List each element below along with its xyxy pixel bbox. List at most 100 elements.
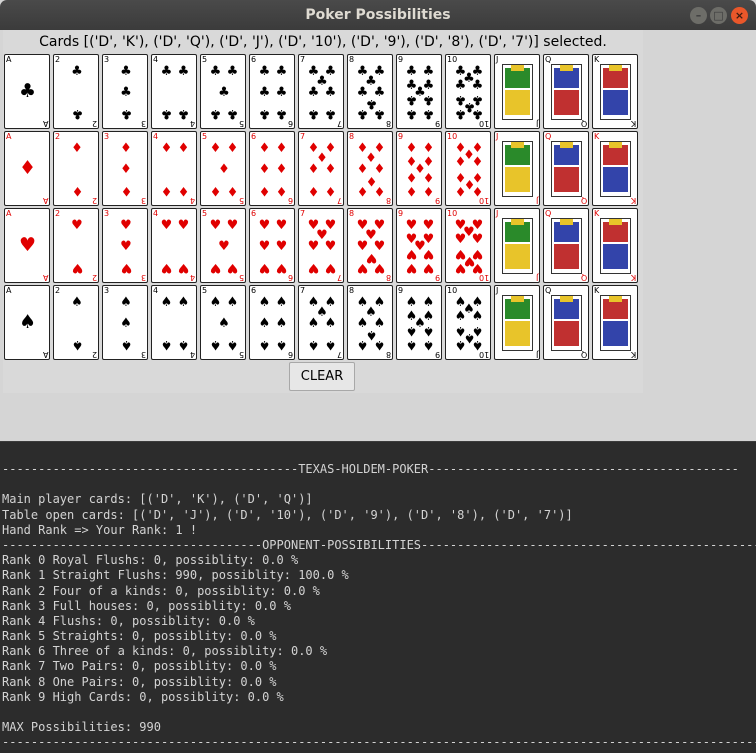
card-5-of-spades[interactable]: 5 5 ♠ ♠ ♠ ♠ ♠ [200,285,246,360]
card-5-of-diamonds[interactable]: 5 5 ♦ ♦ ♦ ♦ ♦ [200,131,246,206]
spades-icon: ♠ [258,295,271,310]
terminal-line: ------------------------------------OPPO… [2,537,756,552]
hearts-icon: ♥ [275,239,288,254]
card-a-of-spades[interactable]: A A ♠ [4,285,50,360]
spades-icon: ♠ [120,337,132,352]
card-2-of-spades[interactable]: 2 2 ♠ ♠ [53,285,99,360]
card-corner-rank: 6 [251,55,257,64]
card-corner-rank: J [535,196,538,205]
card-q-of-diamonds[interactable]: QQ [543,131,589,206]
card-k-of-diamonds[interactable]: KK [592,131,638,206]
card-10-of-spades[interactable]: 10 10 ♠ ♠ ♠ ♠ ♠ ♠ ♠ ♠ ♠ ♠ [445,285,491,360]
card-9-of-hearts[interactable]: 9 9 ♥ ♥ ♥ ♥ ♥ ♥ ♥ ♥ ♥ [396,208,442,283]
diamonds-icon: ♦ [275,141,288,156]
card-corner-rank: 8 [349,132,355,141]
card-a-of-clubs[interactable]: A A ♣ [4,54,50,129]
clubs-icon: ♣ [258,64,271,79]
card-2-of-diamonds[interactable]: 2 2 ♦ ♦ [53,131,99,206]
card-corner-rank: 9 [434,350,440,359]
card-a-of-hearts[interactable]: A A ♥ [4,208,50,283]
clubs-icon: ♣ [324,106,337,121]
card-5-of-clubs[interactable]: 5 5 ♣ ♣ ♣ ♣ ♣ [200,54,246,129]
card-6-of-hearts[interactable]: 6 6 ♥ ♥ ♥ ♥ ♥ ♥ [249,208,295,283]
card-4-of-clubs[interactable]: 4 4 ♣ ♣ ♣ ♣ [151,54,197,129]
maximize-button[interactable]: □ [710,7,727,24]
minimize-button[interactable]: – [690,7,707,24]
clubs-icon: ♣ [177,64,190,79]
spades-icon: ♠ [160,295,173,310]
card-j-of-diamonds[interactable]: JJ [494,131,540,206]
card-3-of-spades[interactable]: 3 3 ♠ ♠ ♠ [102,285,148,360]
card-8-of-diamonds[interactable]: 8 8 ♦ ♦ ♦ ♦ ♦ ♦ ♦ ♦ [347,131,393,206]
card-j-of-spades[interactable]: JJ [494,285,540,360]
card-corner-rank: K [594,132,600,141]
card-9-of-clubs[interactable]: 9 9 ♣ ♣ ♣ ♣ ♣ ♣ ♣ ♣ ♣ [396,54,442,129]
terminal-line: Hand Rank => Your Rank: 1 ! [2,522,198,537]
card-k-of-clubs[interactable]: KK [592,54,638,129]
card-7-of-spades[interactable]: 7 7 ♠ ♠ ♠ ♠ ♠ ♠ ♠ [298,285,344,360]
card-3-of-diamonds[interactable]: 3 3 ♦ ♦ ♦ [102,131,148,206]
card-4-of-diamonds[interactable]: 4 4 ♦ ♦ ♦ ♦ [151,131,197,206]
card-corner-rank: 8 [385,196,391,205]
card-8-of-hearts[interactable]: 8 8 ♥ ♥ ♥ ♥ ♥ ♥ ♥ ♥ [347,208,393,283]
card-corner-rank: 6 [251,286,257,295]
card-corner-rank: 4 [189,119,195,128]
card-corner-rank: 6 [287,273,293,282]
card-corner-rank: 6 [287,196,293,205]
title-bar[interactable]: Poker Possibilities – □ × [0,0,756,30]
card-4-of-hearts[interactable]: 4 4 ♥ ♥ ♥ ♥ [151,208,197,283]
card-3-of-hearts[interactable]: 3 3 ♥ ♥ ♥ [102,208,148,283]
card-k-of-spades[interactable]: KK [592,285,638,360]
terminal-line: Main player cards: [('D', 'K'), ('D', 'Q… [2,492,313,507]
clubs-icon: ♣ [454,78,467,93]
card-j-of-clubs[interactable]: JJ [494,54,540,129]
card-7-of-hearts[interactable]: 7 7 ♥ ♥ ♥ ♥ ♥ ♥ ♥ [298,208,344,283]
card-4-of-spades[interactable]: 4 4 ♠ ♠ ♠ ♠ [151,285,197,360]
card-3-of-clubs[interactable]: 3 3 ♣ ♣ ♣ [102,54,148,129]
card-6-of-clubs[interactable]: 6 6 ♣ ♣ ♣ ♣ ♣ ♣ [249,54,295,129]
spades-icon: ♠ [405,337,418,352]
card-j-of-hearts[interactable]: JJ [494,208,540,283]
face-card-art-icon [600,295,631,351]
card-corner-rank: 9 [434,273,440,282]
card-corner-rank: Q [545,209,552,218]
card-corner-rank: 3 [104,286,110,295]
card-7-of-clubs[interactable]: 7 7 ♣ ♣ ♣ ♣ ♣ ♣ ♣ [298,54,344,129]
clear-button[interactable]: CLEAR [289,362,355,391]
card-corner-rank: 10 [447,286,458,295]
card-corner-rank: 4 [153,55,159,64]
card-corner-rank: A [6,286,12,295]
hearts-icon: ♥ [120,260,132,275]
card-8-of-spades[interactable]: 8 8 ♠ ♠ ♠ ♠ ♠ ♠ ♠ ♠ [347,285,393,360]
card-corner-rank: 2 [91,350,97,359]
card-6-of-spades[interactable]: 6 6 ♠ ♠ ♠ ♠ ♠ ♠ [249,285,295,360]
card-10-of-diamonds[interactable]: 10 10 ♦ ♦ ♦ ♦ ♦ ♦ ♦ ♦ ♦ ♦ [445,131,491,206]
terminal-line: Rank 6 Three of a kinds: 0, possiblity: … [2,644,328,659]
card-q-of-hearts[interactable]: QQ [543,208,589,283]
card-corner-rank: 5 [202,286,208,295]
spades-icon: ♠ [275,316,288,331]
card-corner-rank: 5 [202,209,208,218]
card-9-of-diamonds[interactable]: 9 9 ♦ ♦ ♦ ♦ ♦ ♦ ♦ ♦ ♦ [396,131,442,206]
card-9-of-spades[interactable]: 9 9 ♠ ♠ ♠ ♠ ♠ ♠ ♠ ♠ ♠ [396,285,442,360]
card-a-of-diamonds[interactable]: A A ♦ [4,131,50,206]
clubs-icon: ♣ [160,64,173,79]
spades-icon: ♠ [177,295,190,310]
card-6-of-diamonds[interactable]: 6 6 ♦ ♦ ♦ ♦ ♦ ♦ [249,131,295,206]
card-q-of-spades[interactable]: QQ [543,285,589,360]
card-corner-rank: 8 [385,273,391,282]
close-button[interactable]: × [731,7,748,24]
card-2-of-hearts[interactable]: 2 2 ♥ ♥ [53,208,99,283]
hearts-icon: ♥ [422,218,435,233]
card-10-of-clubs[interactable]: 10 10 ♣ ♣ ♣ ♣ ♣ ♣ ♣ ♣ ♣ ♣ [445,54,491,129]
card-5-of-hearts[interactable]: 5 5 ♥ ♥ ♥ ♥ ♥ [200,208,246,283]
card-k-of-hearts[interactable]: KK [592,208,638,283]
card-10-of-hearts[interactable]: 10 10 ♥ ♥ ♥ ♥ ♥ ♥ ♥ ♥ ♥ ♥ [445,208,491,283]
terminal-line: Rank 1 Straight Flushs: 990, possiblity:… [2,568,349,583]
face-card-art-icon [551,295,582,351]
card-7-of-diamonds[interactable]: 7 7 ♦ ♦ ♦ ♦ ♦ ♦ ♦ [298,131,344,206]
card-q-of-clubs[interactable]: QQ [543,54,589,129]
card-2-of-clubs[interactable]: 2 2 ♣ ♣ [53,54,99,129]
card-8-of-clubs[interactable]: 8 8 ♣ ♣ ♣ ♣ ♣ ♣ ♣ ♣ [347,54,393,129]
